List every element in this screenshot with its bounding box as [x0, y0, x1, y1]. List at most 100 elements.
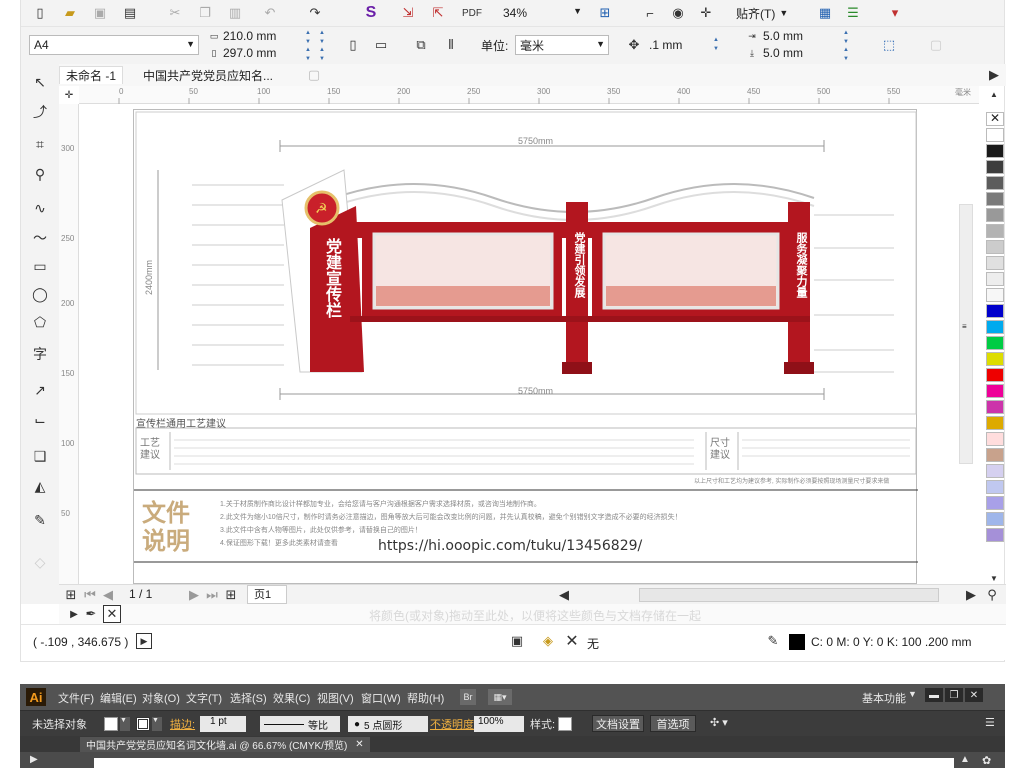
ai-artboard[interactable] — [94, 758, 954, 768]
minimize-icon[interactable]: ▬ — [925, 688, 943, 702]
rulers-icon[interactable]: ⌐ — [641, 4, 659, 22]
palette-swatch[interactable] — [986, 432, 1004, 446]
palette-swatch[interactable] — [986, 240, 1004, 254]
add-page-after-icon[interactable]: ⊞ — [223, 587, 239, 603]
import-icon[interactable]: ⇲ — [399, 4, 417, 22]
all-pages-icon[interactable]: ⧉ — [411, 35, 431, 55]
stroke-label[interactable]: 描边: — [170, 716, 195, 732]
fill-tool-icon[interactable]: ◇ — [27, 550, 53, 574]
arrange-icon[interactable]: ✣ ▾ — [710, 716, 728, 729]
close-tab-icon[interactable]: ▢ — [307, 67, 321, 83]
color-proof-icon[interactable]: ▣ — [509, 633, 525, 649]
menu-effect[interactable]: 效果(C) — [273, 690, 310, 706]
width-spinner[interactable]: ▲ ▼ — [305, 29, 315, 47]
palette-swatch[interactable] — [986, 336, 1004, 350]
portrait-icon[interactable]: ▯ — [343, 35, 363, 55]
next-page-icon[interactable]: ▶ — [187, 587, 201, 603]
drawing-canvas[interactable]: ☭ 5750mm 5750mm 2400mm 党建宣传栏 党建引领发展 服务凝聚… — [79, 104, 979, 584]
stroke-weight-field[interactable]: 1 pt — [200, 716, 246, 732]
eyedropper-icon[interactable]: ✒ — [83, 606, 99, 622]
export-icon[interactable]: ⇱ — [429, 4, 447, 22]
palette-swatch[interactable] — [986, 176, 1004, 190]
corel-connect-icon[interactable]: S — [361, 3, 381, 23]
menu-edit[interactable]: 编辑(E) — [100, 690, 137, 706]
dup-y-spinner[interactable]: ▲ ▼ — [843, 46, 853, 64]
palette-swatch[interactable] — [986, 272, 1004, 286]
crop-tool-icon[interactable]: ⌗ — [27, 132, 53, 156]
current-page-icon[interactable]: ⫴ — [441, 35, 461, 55]
print-icon[interactable]: ▤ — [121, 4, 139, 22]
document-setup-button[interactable]: 文档设置 — [592, 715, 644, 732]
horizontal-ruler[interactable]: 0 50 100 150 200 250 300 350 400 450 500… — [79, 86, 979, 104]
text-tool-icon[interactable]: 字 — [27, 342, 53, 366]
rectangle-tool-icon[interactable]: ▭ — [27, 254, 53, 278]
save-icon[interactable]: ▣ — [91, 4, 109, 22]
horizontal-scrollbar[interactable] — [639, 588, 939, 602]
height-spinner-2[interactable]: ▲ ▼ — [319, 46, 329, 64]
no-color-swatch[interactable]: ✕ — [986, 111, 1004, 126]
brush-definition[interactable]: ● 5 点圆形 — [348, 716, 428, 732]
palette-swatch[interactable] — [986, 304, 1004, 318]
height-spinner[interactable]: ▲ ▼ — [305, 46, 315, 64]
palette-swatch[interactable] — [986, 384, 1004, 398]
outline-color-swatch[interactable] — [789, 634, 805, 650]
view-icon[interactable]: ◉ — [669, 4, 687, 22]
menu-object[interactable]: 对象(O) — [142, 690, 180, 706]
menu-window[interactable]: 窗口(W) — [361, 690, 401, 706]
ellipse-tool-icon[interactable]: ◯ — [27, 282, 53, 306]
navigator-zoom-icon[interactable]: ⚲ — [984, 587, 1000, 603]
nudge-spinner[interactable]: ▲ ▼ — [713, 36, 723, 54]
close-tab-icon[interactable]: ✕ — [355, 739, 363, 750]
palette-swatch[interactable] — [986, 192, 1004, 206]
palette-swatch[interactable] — [986, 144, 1004, 158]
duplicate-x-field[interactable]: 5.0 mm — [763, 29, 803, 43]
palette-swatch[interactable] — [986, 464, 1004, 478]
pick-tool-icon[interactable]: ↖ — [27, 70, 53, 94]
snap-to-button[interactable]: 贴齐(T) ▼ — [736, 4, 788, 22]
palette-swatch[interactable] — [986, 496, 1004, 510]
palette-swatch[interactable] — [986, 224, 1004, 238]
palette-swatch[interactable] — [986, 512, 1004, 526]
redo-icon[interactable]: ↷ — [306, 4, 324, 22]
palette-swatch[interactable] — [986, 208, 1004, 222]
tab-untitled[interactable]: 未命名 -1 — [59, 66, 124, 84]
palette-swatch[interactable] — [986, 320, 1004, 334]
palette-swatch[interactable] — [986, 448, 1004, 462]
menu-file[interactable]: 文件(F) — [58, 690, 94, 706]
palette-swatch[interactable] — [986, 528, 1004, 542]
variable-width-profile[interactable]: 等比 — [260, 716, 340, 732]
paste-icon[interactable]: ▥ — [226, 4, 244, 22]
prev-page-icon[interactable]: ◀ — [101, 587, 115, 603]
bridge-icon[interactable]: Br — [460, 689, 476, 705]
arrange-documents-icon[interactable]: ▦▾ — [488, 689, 512, 705]
palette-swatch[interactable] — [986, 416, 1004, 430]
transparency-tool-icon[interactable]: ◭ — [27, 474, 53, 498]
graphic-style-swatch[interactable] — [558, 717, 572, 731]
new-document-icon[interactable]: ▯ — [31, 4, 49, 22]
scroll-left-icon[interactable]: ◀ — [557, 587, 571, 603]
zoom-tool-icon[interactable]: ⚲ — [27, 162, 53, 186]
menu-select[interactable]: 选择(S) — [230, 690, 267, 706]
options-icon[interactable]: ▦ — [816, 4, 834, 22]
duplicate-y-field[interactable]: 5.0 mm — [763, 46, 803, 60]
palette-scroll-up-icon[interactable]: ▲ — [986, 86, 1002, 102]
page-height-field[interactable]: 297.0 mm — [223, 46, 276, 60]
freehand-tool-icon[interactable]: ∿ — [27, 196, 53, 220]
application-launcher-icon[interactable]: ▾ — [886, 4, 904, 22]
close-window-icon[interactable]: ✕ — [965, 688, 983, 702]
page-tab[interactable]: 页1 — [247, 585, 287, 604]
full-screen-icon[interactable]: ⊞ — [596, 4, 614, 22]
eyedropper-tool-icon[interactable]: ✎ — [27, 508, 53, 532]
vertical-scrollbar[interactable] — [959, 204, 973, 464]
dimension-tool-icon[interactable]: ↗ — [27, 378, 53, 402]
scroll-right-icon[interactable]: ▶ — [964, 587, 978, 603]
selection-tool-icon[interactable]: ▶ — [30, 754, 38, 765]
menu-view[interactable]: 视图(V) — [317, 690, 354, 706]
page-width-field[interactable]: 210.0 mm — [223, 29, 276, 43]
cut-icon[interactable]: ✂ — [166, 4, 184, 22]
menu-help[interactable]: 帮助(H) — [407, 690, 444, 706]
polygon-tool-icon[interactable]: ⬠ — [27, 310, 53, 334]
last-page-icon[interactable]: ⏭ — [205, 587, 219, 603]
treat-as-filled-icon[interactable]: ⬚ — [879, 35, 899, 55]
drop-shadow-tool-icon[interactable]: ❑ — [27, 444, 53, 468]
